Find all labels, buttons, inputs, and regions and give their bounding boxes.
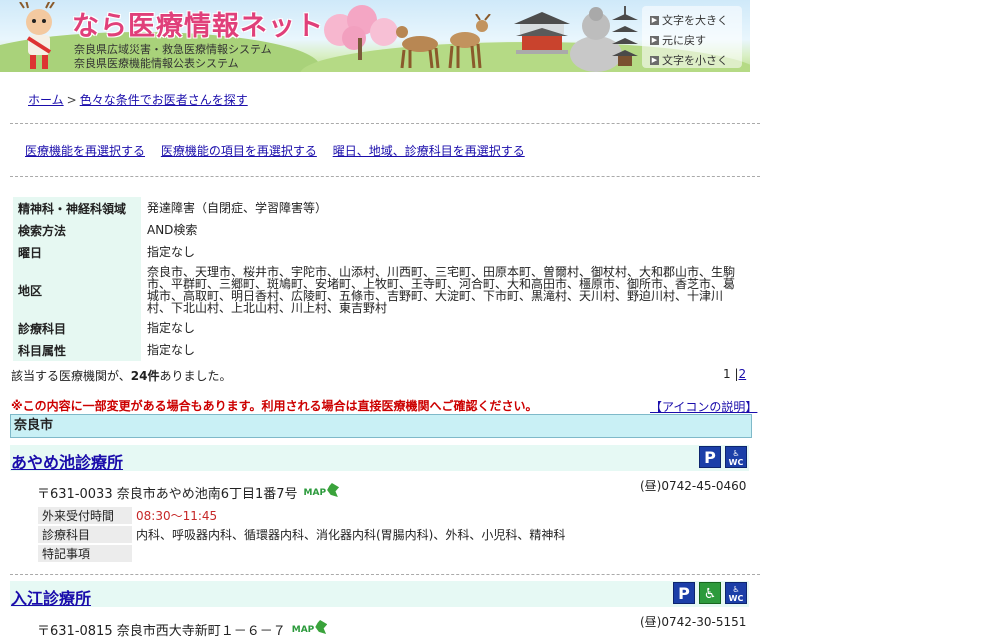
criteria-label: 科目属性 (13, 339, 141, 361)
detail-value: 08:30～11:45 (136, 509, 218, 523)
criteria-label: 診療科目 (13, 317, 141, 339)
reselect-day-area-dept-link[interactable]: 曜日、地域、診療科目を再選択する (333, 144, 525, 158)
accessible-toilet-icon: ♿ WC (725, 582, 747, 604)
detail-row: 外来受付時間 08:30～11:45 (38, 507, 569, 524)
region-header: 奈良市 (10, 414, 752, 438)
deer-icon (396, 14, 491, 69)
text-reset-button[interactable]: ▶ 元に戻す (650, 32, 706, 48)
parking-icon: P (699, 446, 721, 468)
breadcrumb-separator: > (66, 93, 77, 107)
arrow-right-icon: ▶ (650, 35, 659, 45)
breadcrumb-home-link[interactable]: ホーム (28, 93, 64, 107)
result-prefix: 該当する医療機関が、 (11, 369, 131, 383)
facility-name-link[interactable]: あやめ池診療所 (11, 449, 123, 473)
temple-icon (514, 12, 570, 54)
breadcrumb-current-link[interactable]: 色々な条件でお医者さんを探す (80, 93, 248, 107)
text-reset-label: 元に戻す (662, 34, 706, 47)
reselect-function-items-link[interactable]: 医療機能の項目を再選択する (161, 144, 317, 158)
facility-address: 〒631-0815 奈良市西大寺新町１－６－７ MAP (37, 620, 328, 639)
toilet-label: WC (728, 594, 744, 603)
address-text: 〒631-0815 奈良市西大寺新町１－６－７ (37, 624, 286, 639)
criteria-row: 科目属性 指定なし (13, 339, 749, 361)
result-count: 該当する医療機関が、24件ありました。 (11, 367, 231, 384)
page-current: 1 (723, 367, 731, 381)
wheelchair-icon: ♿ (699, 582, 721, 604)
facility-header: あやめ池診療所 P ♿ WC (10, 445, 749, 473)
criteria-row: 地区 奈良市、天理市、桜井市、宇陀市、山添村、川西町、三宅町、田原本町、曽爾村、… (13, 263, 749, 317)
divider (10, 176, 760, 177)
text-smaller-label: 文字を小さく (662, 54, 728, 67)
facility-detail-table: 外来受付時間 08:30～11:45 診療科目 内科、呼吸器内科、循環器内科、消… (38, 505, 569, 564)
text-smaller-button[interactable]: ▶ 文字を小さく (650, 52, 728, 68)
page-2-link[interactable]: 2 (739, 367, 747, 381)
toilet-label: WC (728, 458, 744, 467)
criteria-value: 指定なし (147, 343, 196, 357)
map-icon (315, 620, 328, 634)
text-larger-button[interactable]: ▶ 文字を大きく (650, 12, 728, 28)
facility-header: 入江診療所 P ♿ ♿ WC (10, 581, 749, 609)
criteria-row: 診療科目 指定なし (13, 317, 749, 339)
criteria-value: 指定なし (147, 321, 196, 335)
facility-phone: (昼)0742-30-5151 (640, 615, 747, 629)
criteria-label: 地区 (13, 263, 141, 317)
criteria-value: 発達障害（自閉症、学習障害等） (147, 201, 328, 215)
arrow-right-icon: ▶ (650, 15, 659, 25)
map-label: MAP (291, 625, 315, 635)
divider (10, 123, 760, 124)
parking-icon: P (673, 582, 695, 604)
text-size-panel: ▶ 文字を大きく ▶ 元に戻す ▶ 文字を小さく (642, 6, 742, 68)
criteria-row: 曜日 指定なし (13, 241, 749, 263)
divider (10, 574, 760, 575)
detail-row: 診療科目 内科、呼吸器内科、循環器内科、消化器内科(胃腸内科)、外科、小児科、精… (38, 526, 569, 543)
icon-help-link[interactable]: 【アイコンの説明】 (650, 398, 757, 415)
system-name-2: 奈良県医療機能情報公表システム (74, 57, 239, 70)
result-suffix: ありました。 (159, 369, 232, 383)
search-criteria-table: 精神科・神経科領域 発達障害（自閉症、学習障害等） 検索方法 AND検索 曜日 … (11, 197, 751, 361)
map-icon (327, 483, 340, 497)
text-larger-label: 文字を大きく (662, 14, 728, 27)
mascot-icon (19, 2, 55, 69)
map-link[interactable]: MAP (292, 620, 328, 635)
detail-label: 外来受付時間 (38, 507, 132, 524)
facility-phone: (昼)0742-45-0460 (640, 479, 747, 493)
criteria-label: 検索方法 (13, 219, 141, 241)
breadcrumb: ホーム > 色々な条件でお医者さんを探す (28, 91, 248, 108)
header-banner: なら医療情報ネット 奈良県広域災害・救急医療情報システム 奈良県医療機能情報公表… (0, 0, 750, 72)
criteria-row: 精神科・神経科領域 発達障害（自閉症、学習障害等） (13, 197, 749, 219)
reselect-function-link[interactable]: 医療機能を再選択する (25, 144, 145, 158)
facility-address: 〒631-0033 奈良市あやめ池南6丁目1番7号 MAP (37, 483, 340, 502)
reselect-links: 医療機能を再選択する 医療機能の項目を再選択する 曜日、地域、診療科目を再選択す… (25, 142, 537, 159)
address-text: 〒631-0033 奈良市あやめ池南6丁目1番7号 (37, 487, 298, 502)
criteria-row: 検索方法 AND検索 (13, 219, 749, 241)
map-link[interactable]: MAP (304, 483, 340, 498)
criteria-value: 奈良市、天理市、桜井市、宇陀市、山添村、川西町、三宅町、田原本町、曽爾村、御杖村… (147, 265, 736, 315)
map-label: MAP (303, 488, 327, 498)
warning-message: ※この内容に一部変更がある場合もあります。利用される場合は直接医療機関へご確認く… (11, 399, 538, 413)
facility-name-link[interactable]: 入江診療所 (11, 585, 91, 609)
facility-icons: P ♿ WC (699, 446, 747, 468)
result-count-number: 24件 (130, 369, 160, 383)
facility-icons: P ♿ ♿ WC (673, 582, 747, 604)
criteria-value: AND検索 (147, 223, 198, 237)
arrow-right-icon: ▶ (650, 55, 659, 65)
detail-row: 特記事項 (38, 545, 569, 562)
site-title[interactable]: なら医療情報ネット (72, 4, 324, 43)
criteria-label: 曜日 (13, 241, 141, 263)
detail-label: 診療科目 (38, 526, 132, 543)
criteria-value: 指定なし (147, 245, 196, 259)
accessible-toilet-icon: ♿ WC (725, 446, 747, 468)
detail-value: 内科、呼吸器内科、循環器内科、消化器内科(胃腸内科)、外科、小児科、精神科 (136, 528, 566, 542)
detail-label: 特記事項 (38, 545, 132, 562)
criteria-label: 精神科・神経科領域 (13, 197, 141, 219)
pagoda-icon (612, 6, 638, 66)
detail-value (132, 545, 569, 562)
pagination: 1 |2 (723, 367, 746, 381)
